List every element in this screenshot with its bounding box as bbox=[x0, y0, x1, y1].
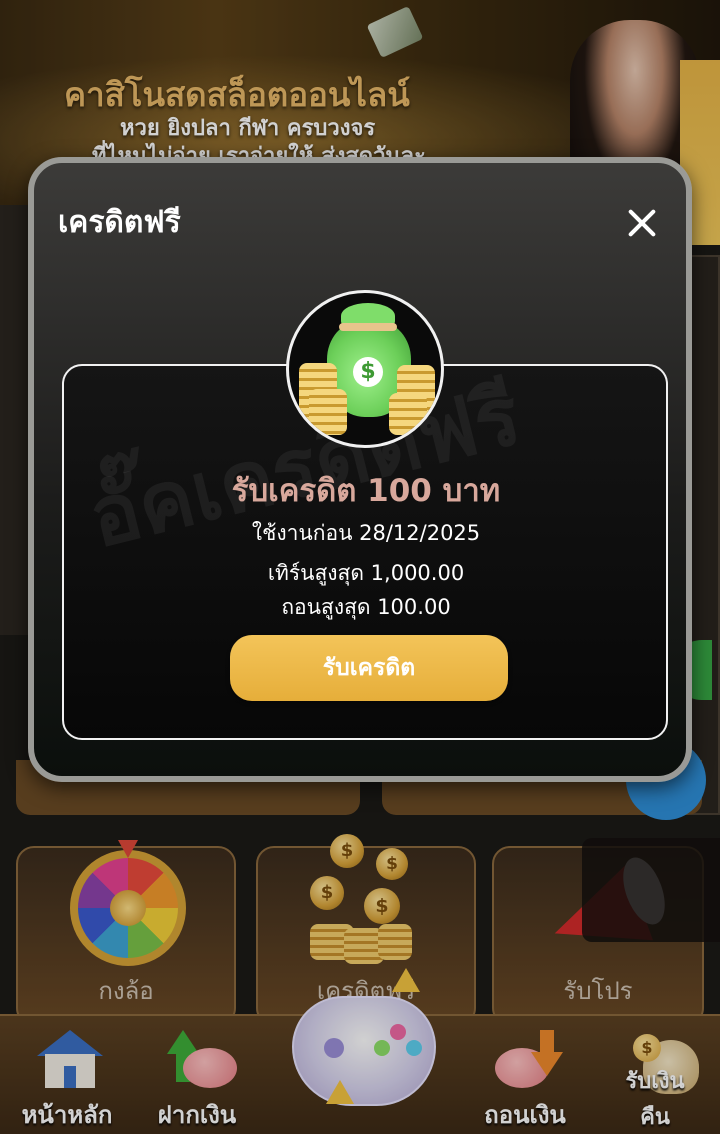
modal-title: เครดิตฟรี bbox=[58, 205, 181, 240]
expiry-date: ใช้งานก่อน 28/12/2025 bbox=[251, 521, 481, 545]
reward-heading: รับเครดิต 100 บาท bbox=[231, 473, 501, 509]
claim-credit-button[interactable]: รับเครดิต bbox=[230, 635, 508, 701]
free-credit-modal: เครดิตฟรี อั๊คเครดิตฟรี $ รับเครดิต 100 … bbox=[28, 157, 692, 782]
max-turnover: เทิร์นสูงสุด 1,000.00 bbox=[267, 561, 465, 585]
close-icon[interactable] bbox=[622, 203, 662, 243]
money-bag-icon: $ bbox=[286, 290, 444, 448]
max-withdraw: ถอนสูงสุด 100.00 bbox=[281, 595, 451, 619]
